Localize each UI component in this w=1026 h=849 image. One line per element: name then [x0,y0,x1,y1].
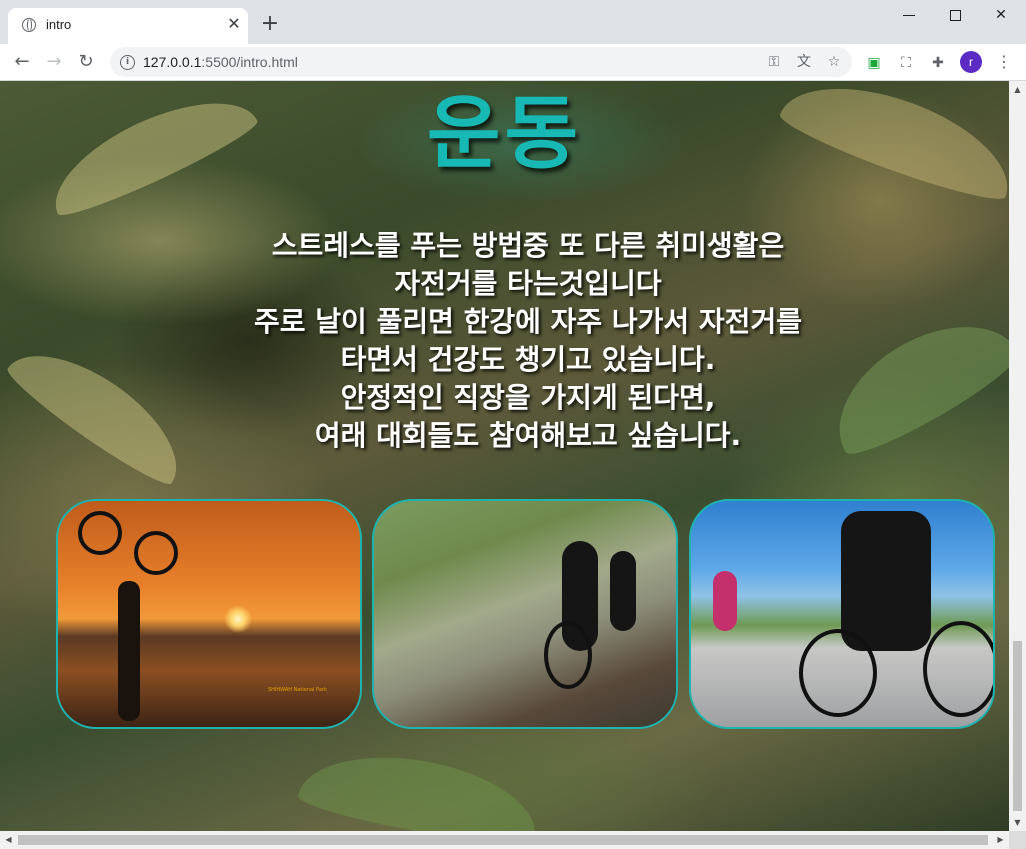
page-viewport: 운동 스트레스를 푸는 방법중 또 다른 취미생활은 자전거를 타는것입니다 주… [0,81,1009,831]
photo-caption: SHIHWAH National Park [268,687,327,693]
star-icon[interactable]: ☆ [824,52,844,72]
intro-line: 스트레스를 푸는 방법중 또 다른 취미생활은 [271,229,785,262]
forward-button[interactable]: → [42,50,66,74]
intro-line: 안정적인 직장을 가지게 된다면, [340,381,716,414]
road-cyclists-photo [372,499,678,729]
new-tab-button[interactable]: + [258,12,282,36]
reload-button[interactable]: ↻ [74,50,98,74]
person-silhouette [118,581,140,721]
translate-icon[interactable]: 文 [794,52,814,72]
maximize-icon [950,10,961,21]
profile-avatar[interactable]: r [960,51,982,73]
cyclist-shape [841,511,931,651]
puzzle-icon[interactable]: ✚ [928,53,948,73]
back-button[interactable]: ← [10,50,34,74]
browser-toolbar: ← → ↻ i 127.0.0.1:5500/intro.html ⚿ 文 ☆ … [0,44,1026,81]
vertical-scroll-thumb[interactable] [1013,641,1022,811]
minimize-button[interactable] [886,0,932,30]
tab-strip: intro ✕ + ✕ [0,0,1026,44]
extension-cast-icon[interactable]: ▣ [864,53,884,73]
horizontal-scrollbar[interactable]: ◀ ▶ [0,831,1009,849]
scroll-right-icon[interactable]: ▶ [992,831,1009,848]
info-icon[interactable]: i [120,55,135,70]
green-leaf-decoration [295,740,545,831]
browser-tab[interactable]: intro ✕ [8,8,248,44]
url-host: 127.0.0.1 [143,54,202,70]
screenshot-icon[interactable]: ⛶ [896,53,916,73]
scroll-up-icon[interactable]: ▲ [1009,81,1026,98]
scroll-down-icon[interactable]: ▼ [1009,814,1026,831]
bike-wheel-shape [923,621,993,717]
scroll-left-icon[interactable]: ◀ [0,831,17,848]
minimize-icon [903,15,915,16]
bike-wheel-shape [78,511,122,555]
bike-wheel-shape [799,629,877,717]
intro-line: 타면서 건강도 챙기고 있습니다. [340,343,716,376]
maximize-button[interactable] [932,0,978,30]
url-text[interactable]: 127.0.0.1:5500/intro.html [143,54,298,70]
intro-line: 여래 대회들도 참여해보고 싶습니다. [314,419,742,452]
url-path: :5500/intro.html [201,54,298,70]
intro-line: 주로 날이 풀리면 한강에 자주 나가서 자전거를 [254,305,802,338]
cyclist-shape [713,571,737,631]
tab-title: intro [46,17,72,32]
bike-wheel-shape [544,621,592,689]
address-bar[interactable]: i 127.0.0.1:5500/intro.html ⚿ 文 ☆ [110,47,852,77]
intro-text: 스트레스를 푸는 방법중 또 다른 취미생활은 자전거를 타는것입니다 주로 날… [0,227,1009,455]
vertical-scrollbar[interactable]: ▲ ▼ [1009,81,1026,831]
menu-icon[interactable]: ⋮ [994,52,1014,72]
close-tab-icon[interactable]: ✕ [224,14,244,34]
cyclist-shape [610,551,636,631]
horizontal-scroll-thumb[interactable] [18,835,988,845]
intro-line: 자전거를 타는것입니다 [394,267,662,300]
close-window-button[interactable]: ✕ [978,0,1024,30]
globe-icon [22,18,36,32]
sunset-bike-photo: SHIHWAH National Park [56,499,362,729]
scrollbar-corner [1009,831,1026,849]
bike-wheel-shape [134,531,178,575]
key-icon[interactable]: ⚿ [764,52,784,72]
mountain-cyclists-photo [689,499,995,729]
page-title: 운동 [426,87,583,180]
